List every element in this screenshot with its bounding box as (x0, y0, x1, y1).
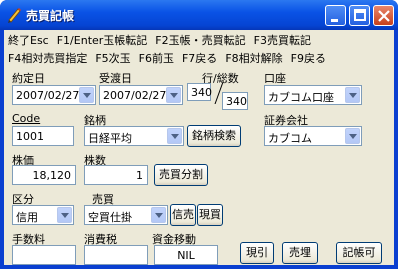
broker-value: カブコム (268, 132, 312, 145)
delivery-date-label: 受渡日 (99, 72, 132, 85)
app-window: 売買記帳 終了Esc F1/Enter玉帳転記 F2玉帳・売買転記 F3売買転記… (0, 0, 398, 269)
brand-combo[interactable]: 日経平均 (84, 126, 184, 146)
quantity-field[interactable]: 1 (84, 165, 148, 185)
fund-transfer-value: NIL (177, 249, 195, 262)
chevron-down-icon[interactable] (167, 128, 182, 144)
contract-date-combo[interactable]: 2007/02/27 (12, 85, 96, 105)
trade-value: 空買仕掛 (88, 211, 132, 224)
menu-exit[interactable]: 終了Esc (8, 32, 49, 48)
menu-f2[interactable]: F2玉帳・売買転記 (155, 32, 245, 48)
chevron-down-icon[interactable] (345, 87, 360, 103)
brand-search-button[interactable]: 銘柄検索 (187, 125, 241, 147)
cash-buy-button[interactable]: 現買 (197, 204, 223, 226)
menu-f3[interactable]: F3売買転記 (254, 32, 311, 48)
maximize-button[interactable] (349, 5, 370, 26)
contract-date-label: 約定日 (12, 72, 45, 85)
account-label: 口座 (264, 72, 286, 85)
account-combo[interactable]: カブコム口座 (264, 85, 362, 105)
ledger-ok-button[interactable]: 記帳可 (336, 242, 382, 264)
code-field[interactable]: 1001 (12, 126, 74, 146)
price-value: 18,120 (32, 169, 72, 182)
chevron-down-icon[interactable] (345, 128, 360, 144)
fund-transfer-field[interactable]: NIL (154, 245, 218, 265)
tax-field[interactable] (84, 245, 148, 265)
account-value: カブコム口座 (268, 91, 334, 104)
brand-value: 日経平均 (88, 132, 132, 145)
window-title: 売買記帳 (26, 9, 75, 23)
quantity-value: 1 (136, 169, 143, 182)
title-bar[interactable]: 売買記帳 (0, 0, 398, 30)
category-value: 信用 (16, 211, 38, 224)
trade-split-button[interactable]: 売買分割 (154, 164, 208, 186)
menu-f4[interactable]: F4相対売買指定 (8, 50, 87, 66)
close-button[interactable] (373, 5, 394, 26)
sell-close-button[interactable]: 売埋 (282, 242, 318, 264)
contract-date-value: 2007/02/27 (16, 89, 80, 102)
total-number-value: 340 (226, 95, 247, 108)
code-label: Code (12, 112, 41, 125)
menu-f5[interactable]: F5次玉 (95, 50, 130, 66)
minimize-button[interactable] (325, 5, 346, 26)
total-number-field: 340 (222, 92, 248, 110)
menu-f8[interactable]: F8相対解除 (225, 50, 282, 66)
client-area: 終了Esc F1/Enter玉帳転記 F2玉帳・売買転記 F3売買転記 F4相対… (4, 30, 394, 265)
genbiki-button[interactable]: 現引 (240, 242, 274, 264)
row-number-value: 340 (191, 86, 212, 99)
row-number-field[interactable]: 340 (187, 83, 212, 101)
chevron-down-icon[interactable] (57, 207, 72, 223)
function-key-row-1: 終了Esc F1/Enter玉帳転記 F2玉帳・売買転記 F3売買転記 (4, 31, 319, 49)
credit-sell-button[interactable]: 信売 (170, 204, 196, 226)
chevron-down-icon[interactable] (151, 207, 166, 223)
code-value: 1001 (16, 130, 44, 143)
broker-combo[interactable]: カブコム (264, 126, 362, 146)
price-field[interactable]: 18,120 (12, 165, 76, 185)
category-combo[interactable]: 信用 (12, 205, 74, 225)
function-key-row-2: F4相対売買指定 F5次玉 F6前玉 F7戻る F8相対解除 F9戻る (4, 49, 334, 67)
chevron-down-icon[interactable] (166, 87, 181, 103)
app-icon (6, 7, 22, 23)
menu-f6[interactable]: F6前玉 (139, 50, 174, 66)
delivery-date-value: 2007/02/27 (103, 89, 167, 102)
chevron-down-icon[interactable] (79, 87, 94, 103)
trade-combo[interactable]: 空買仕掛 (84, 205, 168, 225)
menu-f7[interactable]: F7戻る (182, 50, 217, 66)
delivery-date-combo[interactable]: 2007/02/27 (99, 85, 183, 105)
menu-f9[interactable]: F9戻る (291, 50, 326, 66)
commission-field[interactable] (12, 245, 76, 265)
menu-f1[interactable]: F1/Enter玉帳転記 (57, 32, 148, 48)
